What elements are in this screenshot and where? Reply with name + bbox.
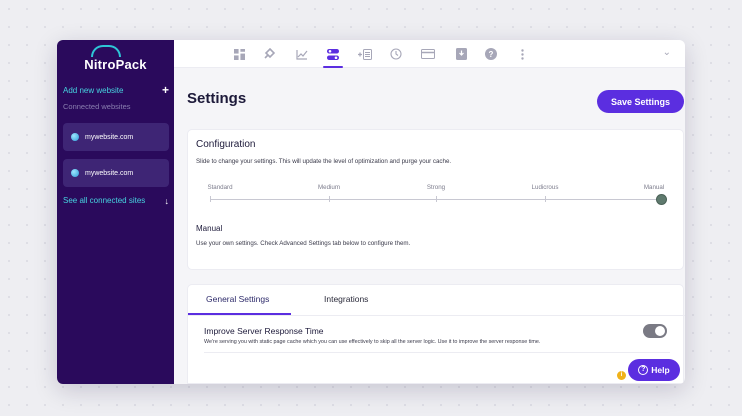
server-response-toggle[interactable] [643, 324, 667, 338]
slider-tick [436, 196, 437, 202]
sidebar: NitroPack Add new website + Connected we… [57, 40, 174, 384]
help-label: Help [651, 365, 670, 375]
logo-arc-icon [91, 45, 121, 57]
download-icon[interactable] [450, 43, 472, 65]
slider-tick [210, 196, 211, 202]
level-label-ludicrous[interactable]: Ludicrous [532, 184, 559, 191]
settings-toggle-icon[interactable] [322, 43, 344, 68]
question-icon: ? [638, 365, 649, 375]
server-response-description: We're serving you with static page cache… [204, 339, 541, 345]
site-name: mywebsite.com [85, 169, 134, 177]
level-label-manual[interactable]: Manual [644, 184, 664, 191]
chevron-down-icon[interactable]: ⌄ [663, 47, 671, 58]
level-label-strong[interactable]: Strong [427, 184, 445, 191]
slider-tick [329, 196, 330, 202]
subscription-add-icon[interactable] [354, 43, 376, 65]
globe-icon [71, 133, 79, 141]
svg-text:?: ? [489, 50, 494, 59]
advanced-settings-card: General Settings Integrations Improve Se… [187, 284, 685, 384]
configuration-card: Configuration Slide to change your setti… [187, 129, 684, 270]
info-icon[interactable]: i [617, 371, 626, 380]
see-all-label: See all connected sites [63, 196, 146, 205]
history-icon[interactable] [385, 43, 407, 65]
page-title: Settings [187, 90, 247, 107]
mode-title: Manual [196, 224, 223, 233]
logo: NitroPack [57, 45, 174, 72]
site-card[interactable]: mywebsite.com [63, 159, 169, 187]
configuration-title: Configuration [196, 139, 256, 150]
server-response-title: Improve Server Response Time [204, 326, 324, 336]
add-website-button[interactable]: Add new website + [63, 83, 169, 97]
tab-integrations[interactable]: Integrations [324, 294, 368, 304]
help-button[interactable]: ? Help [628, 359, 680, 381]
level-label-standard[interactable]: Standard [207, 184, 232, 191]
mode-description: Use your own settings. Check Advanced Se… [196, 240, 411, 247]
see-all-sites-link[interactable]: See all connected sites ↓ [63, 196, 169, 206]
dashboard-icon[interactable] [228, 43, 250, 65]
level-label-medium[interactable]: Medium [318, 184, 340, 191]
add-website-label: Add new website [63, 85, 124, 95]
chart-icon[interactable] [291, 43, 313, 65]
save-settings-button[interactable]: Save Settings [597, 90, 684, 113]
billing-card-icon[interactable] [417, 43, 439, 65]
site-card[interactable]: mywebsite.com [63, 123, 169, 151]
configuration-subtitle: Slide to change your settings. This will… [196, 158, 452, 165]
tab-divider [188, 315, 685, 316]
more-vertical-icon[interactable] [511, 43, 533, 65]
plus-icon: + [161, 83, 169, 97]
help-circle-icon[interactable]: ? [480, 43, 502, 65]
slider-tick [545, 196, 546, 202]
arrow-down-icon: ↓ [164, 196, 170, 206]
toggle-knob [655, 326, 665, 336]
app-window: NitroPack Add new website + Connected we… [57, 40, 685, 384]
optimization-slider-handle[interactable] [656, 194, 667, 205]
globe-icon [71, 169, 79, 177]
setting-divider [204, 352, 670, 353]
plugin-icon[interactable] [258, 43, 280, 65]
site-name: mywebsite.com [85, 133, 134, 141]
connected-websites-label: Connected websites [63, 102, 131, 111]
tab-general-settings[interactable]: General Settings [206, 294, 269, 304]
brand-name: NitroPack [84, 57, 147, 72]
top-navigation: ? ⌄ [174, 40, 685, 68]
